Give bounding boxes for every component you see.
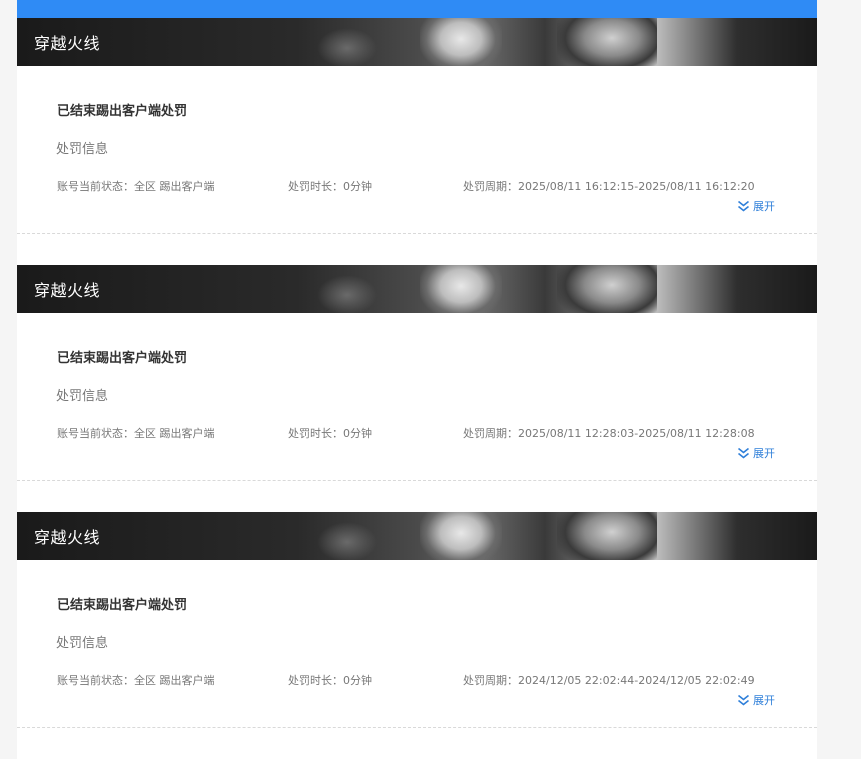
double-chevron-down-icon bbox=[738, 694, 749, 706]
penalty-info-label: 处罚信息 bbox=[56, 389, 109, 404]
penalty-period: 处罚周期：2025/08/11 12:28:03-2025/08/11 12:2… bbox=[463, 427, 755, 440]
penalty-duration: 处罚时长：0分钟 bbox=[288, 180, 372, 193]
banner-artwork bbox=[557, 512, 657, 560]
game-banner: 穿越火线 bbox=[17, 512, 817, 560]
double-chevron-down-icon bbox=[738, 447, 749, 459]
banner-artwork bbox=[557, 18, 657, 66]
account-status: 账号当前状态：全区 踢出客户端 bbox=[57, 674, 215, 687]
penalty-title: 已结束踢出客户端处罚 bbox=[57, 351, 188, 366]
game-banner: 穿越火线 bbox=[17, 18, 817, 66]
banner-artwork bbox=[317, 275, 377, 313]
banner-artwork bbox=[317, 522, 377, 560]
expand-button[interactable]: 展开 bbox=[737, 198, 775, 214]
top-accent-bar bbox=[17, 0, 817, 18]
banner-artwork bbox=[317, 28, 377, 66]
expand-label: 展开 bbox=[753, 694, 775, 707]
expand-label: 展开 bbox=[753, 447, 775, 460]
banner-artwork bbox=[420, 265, 502, 313]
account-status: 账号当前状态：全区 踢出客户端 bbox=[57, 427, 215, 440]
penalty-duration: 处罚时长：0分钟 bbox=[288, 674, 372, 687]
penalty-record-list: 穿越火线 已结束踢出客户端处罚 处罚信息 账号当前状态：全区 踢出客户端 处罚时… bbox=[17, 18, 817, 759]
game-name: 穿越火线 bbox=[34, 281, 101, 300]
banner-artwork bbox=[420, 512, 502, 560]
banner-artwork bbox=[420, 18, 502, 66]
penalty-info-label: 处罚信息 bbox=[56, 636, 109, 651]
expand-label: 展开 bbox=[753, 200, 775, 213]
penalty-record-card: 穿越火线 已结束踢出客户端处罚 处罚信息 账号当前状态：全区 踢出客户端 处罚时… bbox=[17, 512, 817, 759]
penalty-info-label: 处罚信息 bbox=[56, 142, 109, 157]
penalty-record-card: 穿越火线 已结束踢出客户端处罚 处罚信息 账号当前状态：全区 踢出客户端 处罚时… bbox=[17, 265, 817, 512]
penalty-duration: 处罚时长：0分钟 bbox=[288, 427, 372, 440]
penalty-title: 已结束踢出客户端处罚 bbox=[57, 104, 188, 119]
game-name: 穿越火线 bbox=[34, 528, 101, 547]
expand-button[interactable]: 展开 bbox=[737, 692, 775, 708]
account-status: 账号当前状态：全区 踢出客户端 bbox=[57, 180, 215, 193]
expand-button[interactable]: 展开 bbox=[737, 445, 775, 461]
game-name: 穿越火线 bbox=[34, 34, 101, 53]
penalty-period: 处罚周期：2024/12/05 22:02:44-2024/12/05 22:0… bbox=[463, 674, 755, 687]
penalty-title: 已结束踢出客户端处罚 bbox=[57, 598, 188, 613]
divider bbox=[17, 727, 817, 728]
penalty-period: 处罚周期：2025/08/11 16:12:15-2025/08/11 16:1… bbox=[463, 180, 755, 193]
banner-artwork bbox=[557, 265, 657, 313]
game-banner: 穿越火线 bbox=[17, 265, 817, 313]
double-chevron-down-icon bbox=[738, 200, 749, 212]
penalty-record-card: 穿越火线 已结束踢出客户端处罚 处罚信息 账号当前状态：全区 踢出客户端 处罚时… bbox=[17, 18, 817, 265]
divider bbox=[17, 233, 817, 234]
divider bbox=[17, 480, 817, 481]
